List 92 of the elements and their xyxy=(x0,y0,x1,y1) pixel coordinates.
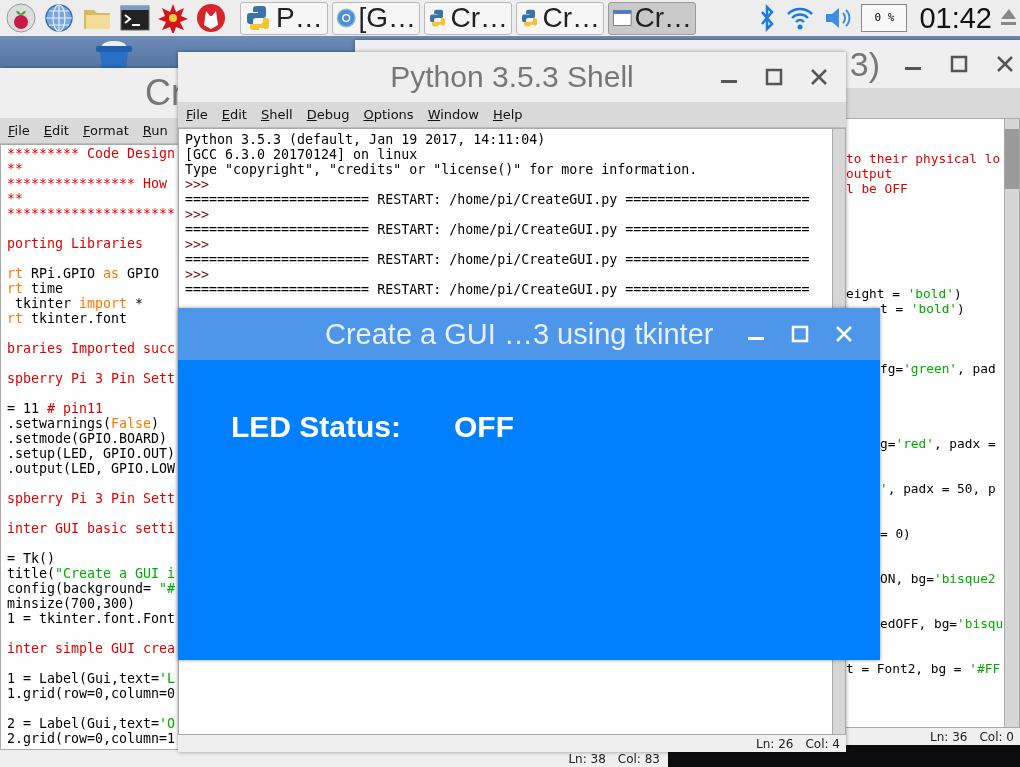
menu-item[interactable]: Debug xyxy=(306,107,350,122)
line-number-text: Ln: 36 xyxy=(930,729,968,744)
window-title: 3) xyxy=(849,44,880,84)
code-line: Type "copyright", "credits" or "license()" for more information. xyxy=(185,162,698,177)
column-number-text: Col: 0 xyxy=(979,729,1014,744)
code-line: ********* Code Design xyxy=(7,146,176,161)
code-line: inter GUI basic setti xyxy=(7,521,176,536)
line-number-text: Ln: 26 xyxy=(756,736,794,751)
status-value: OFF xyxy=(454,410,514,444)
code-line: eight = 'bold') xyxy=(846,286,962,301)
code-line: 1 = Label(Gui,text='L xyxy=(7,671,176,686)
taskbar-button[interactable]: [G… xyxy=(332,1,420,35)
burst-icon[interactable] xyxy=(158,3,188,33)
code-line: rt time xyxy=(7,281,64,296)
code-line: g='red', padx = xyxy=(880,436,996,451)
code-line: >>> xyxy=(185,267,210,282)
code-line: .setup(LED, GPIO.OUT) xyxy=(7,446,176,461)
code-line: .output(LED, GPIO.LOW xyxy=(7,461,176,476)
code-line: ======================= RESTART: /home/pi/CreateGUI.py ======================= xyxy=(185,252,810,267)
code-line: minsize(700,300) xyxy=(7,596,136,611)
terminal-icon[interactable] xyxy=(120,3,150,33)
code-line: = Tk() xyxy=(7,551,56,566)
code-line: ======================= RESTART: /home/pi/CreateGUI.py ======================= xyxy=(185,192,810,207)
column-number-text: Col: 4 xyxy=(805,736,840,751)
code-line: inter simple GUI crea xyxy=(7,641,176,656)
code-line: ON, bg='bisque2 xyxy=(880,571,996,586)
code-line: **************** How xyxy=(7,176,168,191)
code-line: 2 = Label(Gui,text='O xyxy=(7,716,176,731)
scrollbar[interactable] xyxy=(1004,119,1019,727)
wolf-icon[interactable] xyxy=(196,3,226,33)
code-line: 2.grid(row=0,column=1 xyxy=(7,731,176,746)
code-line: Python 3.5.3 (default, Jan 19 2017, 14:11:04) xyxy=(185,132,546,147)
code-line: ', padx = 50, p xyxy=(880,481,996,496)
column-number-text: Col: 83 xyxy=(617,751,660,766)
menu-item[interactable]: Options xyxy=(363,107,414,122)
status-label: LED Status: xyxy=(231,410,401,444)
code-line: l be OFF xyxy=(846,181,908,196)
menu-item[interactable]: Help xyxy=(492,107,523,122)
menu-item[interactable]: Edit xyxy=(221,107,247,122)
code-line: ======================= RESTART: /home/pi/CreateGUI.py ======================= xyxy=(185,282,810,297)
code-line: config(background= "# xyxy=(7,581,176,596)
code-line: spberry Pi 3 Pin Sett xyxy=(7,491,176,506)
menu-item[interactable]: File xyxy=(186,107,208,122)
taskbar-button[interactable]: Cr… xyxy=(608,1,696,35)
cpu-monitor[interactable]: 0 % xyxy=(861,4,908,32)
code-line: title("Create a GUI i xyxy=(7,566,176,581)
code-line: rt tkinter.font xyxy=(7,311,128,326)
menu-item[interactable]: Format xyxy=(82,123,129,138)
menu-item[interactable]: Edit xyxy=(43,123,69,138)
code-line: ** xyxy=(7,161,23,176)
code-line: 1.grid(row=0,column=0 xyxy=(7,686,176,701)
menu-item[interactable]: Shell xyxy=(260,107,293,122)
code-line: [GCC 6.3.0 20170124] on linux xyxy=(185,147,418,162)
code-line: t = Font2, bg = '#FF xyxy=(846,661,1001,676)
window-title: Python 3.5.3 Shell xyxy=(390,60,634,94)
code-line: to their physical lo xyxy=(846,151,1001,166)
code-line: ** xyxy=(7,191,23,206)
code-line: rt RPi.GPIO as GPIO xyxy=(7,266,160,281)
raspberry-icon[interactable] xyxy=(6,3,36,33)
window-title: Cr xyxy=(145,72,183,114)
window-title: Create a GUI …3 using tkinter xyxy=(325,317,714,351)
code-line: braries Imported succ xyxy=(7,341,176,356)
globe-icon[interactable] xyxy=(44,3,74,33)
taskbar-button[interactable]: P… xyxy=(240,1,328,35)
code-line: output xyxy=(846,166,893,181)
code-line: 1 = tkinter.font.Font xyxy=(7,611,176,626)
code-line: ======================= RESTART: /home/pi/CreateGUI.py ======================= xyxy=(185,222,810,237)
taskbar-button[interactable]: Cr… xyxy=(424,1,512,35)
taskbar-button[interactable]: Cr… xyxy=(516,1,604,35)
code-line: ********************* xyxy=(7,206,176,221)
menu-item[interactable]: File xyxy=(8,123,30,138)
clock[interactable]: 01:42 xyxy=(919,1,992,35)
line-number-text: Ln: 38 xyxy=(568,751,606,766)
code-line: >>> xyxy=(185,177,210,192)
code-line: >>> xyxy=(185,207,210,222)
maximize-icon[interactable] xyxy=(765,68,783,86)
code-line: .setwarnings(False) xyxy=(7,416,160,431)
menu-item[interactable]: Run xyxy=(142,123,168,138)
close-icon[interactable] xyxy=(996,55,1014,73)
code-line: >>> xyxy=(185,237,210,252)
code-line: edOFF, bg='bisqu xyxy=(880,616,1004,631)
maximize-icon[interactable] xyxy=(950,55,968,73)
code-line: spberry Pi 3 Pin Sett xyxy=(7,371,176,386)
close-icon[interactable] xyxy=(810,68,828,86)
code-line: = 0) xyxy=(880,526,911,541)
menu-item[interactable]: Window xyxy=(427,107,479,122)
code-line: porting Libraries xyxy=(7,236,144,251)
code-line: t = 'bold') xyxy=(880,301,965,316)
code-line: .setmode(GPIO.BOARD) xyxy=(7,431,168,446)
code-line: fg='green', pad xyxy=(880,361,996,376)
code-line: tkinter import * xyxy=(14,296,144,311)
code-line: = 11 # pin11 xyxy=(7,401,104,416)
